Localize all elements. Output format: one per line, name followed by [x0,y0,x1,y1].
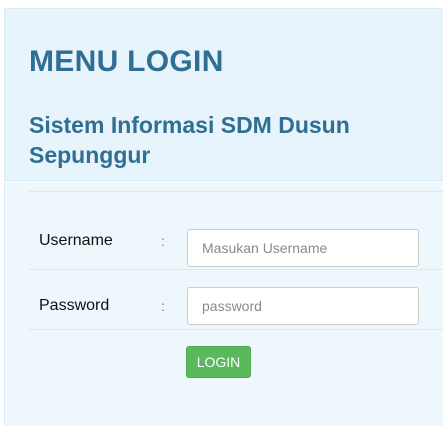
login-button[interactable]: LOGIN [186,346,251,378]
password-input[interactable] [187,287,419,325]
panel-body: Username : Password : LOGIN [5,182,443,426]
row-divider [29,191,443,192]
password-separator: : [161,298,165,314]
page-title: MENU LOGIN [29,45,224,78]
page-subtitle: Sistem Informasi SDM Dusun Sepunggur [29,112,350,168]
password-label: Password [39,297,110,314]
panel-heading: MENU LOGIN Sistem Informasi SDM Dusun Se… [5,9,443,181]
username-separator: : [161,233,165,249]
username-label: Username [39,232,113,249]
username-row: Username : [29,182,443,270]
password-row: Password : [29,270,443,330]
login-panel: MENU LOGIN Sistem Informasi SDM Dusun Se… [4,8,443,426]
username-input[interactable] [187,229,419,267]
